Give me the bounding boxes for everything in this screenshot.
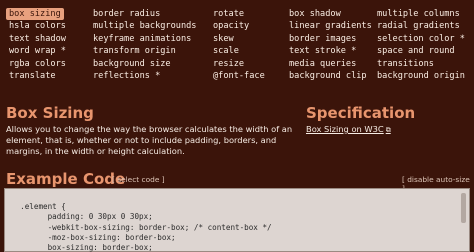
section-title: Box Sizing	[6, 104, 94, 122]
nav-link-multiple-columns[interactable]: multiple columns	[374, 8, 470, 20]
nav-link-transform-origin[interactable]: transform origin	[90, 45, 210, 57]
nav-link-media-queries[interactable]: media queries	[286, 58, 374, 70]
nav-link-multiple-backgrounds[interactable]: multiple backgrounds	[90, 20, 210, 32]
nav-link-transitions[interactable]: transitions	[374, 58, 470, 70]
nav-link-hsla-colors[interactable]: hsla colors	[6, 20, 90, 32]
nav-link-font-face[interactable]: @font-face	[210, 70, 286, 82]
nav-link-reflections[interactable]: reflections *	[90, 70, 210, 82]
nav-link-resize[interactable]: resize	[210, 58, 286, 70]
spec-link[interactable]: Box Sizing on W3C ⧉	[306, 124, 391, 135]
nav-link-keyframe-animations[interactable]: keyframe animations	[90, 33, 210, 45]
nav-link-scale[interactable]: scale	[210, 45, 286, 57]
external-link-icon: ⧉	[385, 126, 391, 134]
code-text: .element { padding: 0 30px 0 30px; -webk…	[20, 202, 272, 252]
nav-link-radial-gradients[interactable]: radial gradients	[374, 20, 470, 32]
select-code-button[interactable]: [ select code ]	[112, 175, 165, 184]
nav-link-selection-color[interactable]: selection color *	[374, 33, 470, 45]
nav-link-opacity[interactable]: opacity	[210, 20, 286, 32]
example-title: Example Code	[6, 170, 126, 188]
nav-link-text-stroke[interactable]: text stroke *	[286, 45, 374, 57]
nav-link-translate[interactable]: translate	[6, 70, 90, 82]
nav-link-space-and-round[interactable]: space and round	[374, 45, 470, 57]
section-description: Allows you to change the way the browser…	[6, 124, 293, 157]
nav-link-word-wrap[interactable]: word wrap *	[6, 45, 90, 57]
nav-link-border-images[interactable]: border images	[286, 33, 374, 45]
nav-link-box-shadow[interactable]: box shadow	[286, 8, 374, 20]
spec-title: Specification	[306, 104, 416, 122]
nav-link-rotate[interactable]: rotate	[210, 8, 286, 20]
nav-link-background-clip[interactable]: background clip	[286, 70, 374, 82]
nav-link-rgba-colors[interactable]: rgba colors	[6, 58, 90, 70]
feature-nav: box sizing border radius rotate box shadow m…	[6, 8, 470, 82]
nav-link-skew[interactable]: skew	[210, 33, 286, 45]
nav-link-box-sizing[interactable]: box sizing	[6, 8, 64, 21]
nav-link-background-origin[interactable]: background origin	[374, 70, 470, 82]
code-scrollbar[interactable]	[461, 193, 466, 223]
nav-link-linear-gradients[interactable]: linear gradients	[286, 20, 374, 32]
nav-link-background-size[interactable]: background size	[90, 58, 210, 70]
spec-link-label[interactable]: Box Sizing on W3C	[306, 124, 384, 134]
nav-link-border-radius[interactable]: border radius	[90, 8, 210, 20]
code-block[interactable]: .element { padding: 0 30px 0 30px; -webk…	[4, 188, 470, 252]
nav-link-text-shadow[interactable]: text shadow	[6, 33, 90, 45]
